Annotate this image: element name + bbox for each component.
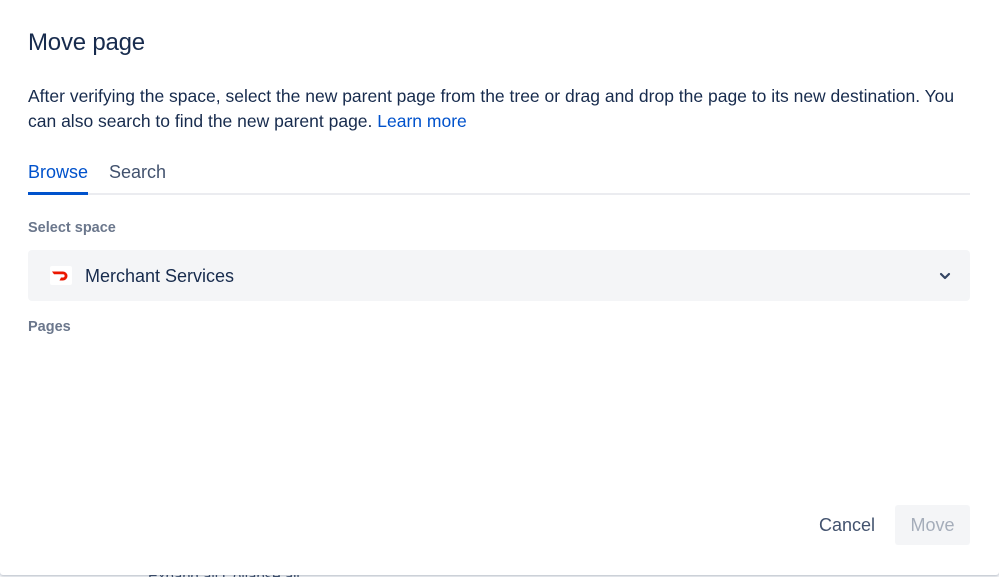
dialog-description: After verifying the space, select the ne… (28, 84, 978, 134)
tab-search[interactable]: Search (109, 162, 166, 192)
dialog-title: Move page (28, 29, 145, 56)
pages-label: Pages (28, 319, 71, 335)
move-button[interactable]: Move (895, 505, 970, 545)
selected-space-name: Merchant Services (85, 266, 235, 286)
move-page-dialog: Move page After verifying the space, sel… (0, 0, 999, 575)
doordash-logo-icon (50, 266, 72, 285)
space-select[interactable]: Merchant Services (28, 250, 970, 301)
chevron-down-icon (939, 272, 951, 280)
tab-bar: Browse Search (28, 158, 970, 195)
tab-browse[interactable]: Browse (28, 162, 89, 195)
description-text: After verifying the space, select the ne… (28, 86, 955, 131)
cancel-button[interactable]: Cancel (806, 505, 888, 545)
select-space-label: Select space (28, 220, 116, 236)
learn-more-link[interactable]: Learn more (377, 111, 467, 131)
